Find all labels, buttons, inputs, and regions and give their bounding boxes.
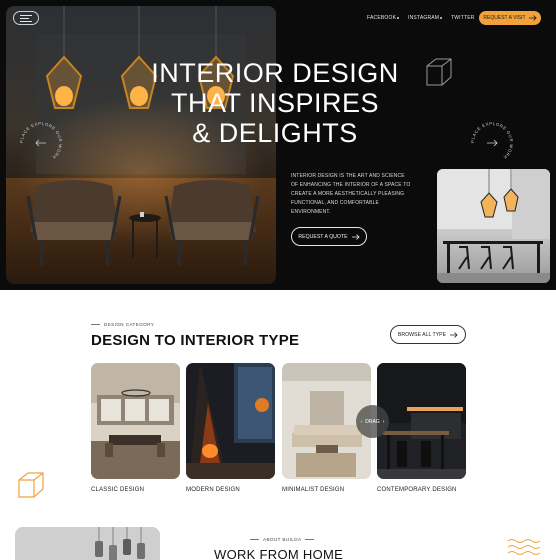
card-label-classic: CLASSIC DESIGN (91, 487, 145, 493)
hamburger-icon[interactable] (13, 11, 39, 25)
request-visit-label: REQUEST A VISIT (483, 15, 526, 21)
svg-text:PLACE EXPLORE OUR WORK: PLACE EXPLORE OUR WORK (470, 121, 514, 160)
armchair-left (26, 180, 122, 266)
drag-handle[interactable]: ‹ DRAG › (356, 405, 389, 438)
arrow-right-icon (528, 15, 537, 21)
hero-section: FACEBOOK INSTAGRAM TWITTER REQUEST A VIS… (0, 0, 556, 290)
card-label-minimalist: MINIMALIST DESIGN (282, 487, 345, 493)
hero-title-line: & DELIGHTS (192, 118, 358, 148)
arrow-right-icon (351, 233, 360, 240)
chevron-left-icon: ‹ (360, 418, 363, 425)
explore-badge-left[interactable]: PLACE EXPLORE OUR WORK (16, 118, 66, 168)
side-table (129, 212, 161, 258)
arrow-right-icon (450, 331, 458, 338)
about-photo (15, 527, 160, 560)
nav-separator-dot (440, 17, 442, 19)
arrow-right-icon (487, 139, 498, 147)
chevron-right-icon: › (382, 418, 385, 425)
card-label-modern: MODERN DESIGN (186, 487, 240, 493)
about-title: WORK FROM HOME (214, 547, 344, 560)
nav-separator-dot (397, 17, 399, 19)
category-title: DESIGN TO INTERIOR TYPE (91, 332, 300, 349)
arrow-left-icon (35, 139, 46, 147)
hero-title-line: THAT INSPIRES (170, 88, 380, 118)
browse-all-button[interactable]: BROWSE ALL TYPE (390, 325, 466, 344)
cube-outline-icon (18, 472, 44, 498)
about-eyebrow: ABOUT BUILDA (250, 537, 315, 542)
request-quote-label: REQUEST A QUOTE (298, 233, 348, 240)
hero-description: INTERIOR DESIGN IS THE ART AND SCIENCE O… (291, 173, 411, 215)
hero-title-line: INTERIOR DESIGN (151, 58, 399, 88)
badge-text: PLACE EXPLORE OUR WORK (470, 121, 514, 160)
hero-title: INTERIOR DESIGN THAT INSPIRES & DELIGHTS (130, 58, 420, 148)
armchair-right (164, 180, 260, 266)
browse-all-label: BROWSE ALL TYPE (397, 331, 447, 338)
wave-lines-icon (507, 539, 541, 555)
facebook-link[interactable]: FACEBOOK (367, 15, 396, 21)
drag-label: DRAG (365, 418, 380, 425)
card-classic-design[interactable] (91, 363, 180, 479)
hero-thumbnail-dining (437, 169, 550, 283)
request-quote-button[interactable]: REQUEST A QUOTE (291, 227, 367, 246)
twitter-link[interactable]: TWITTER (451, 15, 475, 21)
instagram-link[interactable]: INSTAGRAM (408, 15, 439, 21)
card-modern-design[interactable] (186, 363, 275, 479)
card-contemporary-design[interactable] (377, 363, 466, 479)
badge-text: PLACE EXPLORE OUR WORK (19, 121, 63, 160)
card-label-contemporary: CONTEMPORARY DESIGN (377, 487, 457, 493)
request-visit-button[interactable]: REQUEST A VISIT (479, 11, 541, 25)
category-eyebrow: DESIGN CATEGORY (91, 322, 154, 327)
svg-text:PLACE EXPLORE OUR WORK: PLACE EXPLORE OUR WORK (19, 121, 63, 160)
cube-outline-icon (426, 58, 452, 86)
explore-badge-right[interactable]: PLACE EXPLORE OUR WORK (467, 118, 517, 168)
top-navbar: FACEBOOK INSTAGRAM TWITTER REQUEST A VIS… (0, 10, 556, 28)
